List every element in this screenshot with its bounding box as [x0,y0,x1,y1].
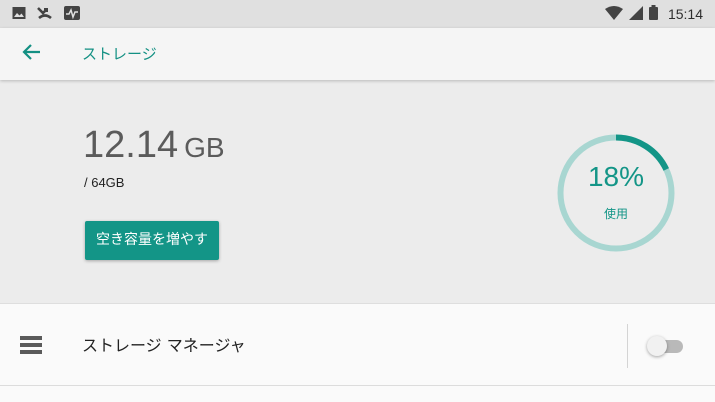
missed-call-icon [37,5,53,24]
storage-summary: 12.14 GB / 64GB 空き容量を増やす 18% 使用 [0,80,715,303]
storage-manager-label: ストレージ マネージャ [82,336,246,355]
clock: 15:14 [667,6,703,22]
storage-manager-row[interactable]: ストレージ マネージャ [0,303,715,386]
back-button[interactable] [18,40,46,68]
usage-percent: 18% [587,161,645,192]
used-value: 12.14 [83,124,179,166]
system-icons: 15:14 [604,0,703,28]
toggle-thumb [647,336,667,356]
used-storage: 12.14 GB [83,124,225,167]
page-title: ストレージ [82,45,157,63]
list-icon [20,336,42,358]
next-row-partial [0,386,715,402]
notification-icons [12,0,80,28]
storage-manager-toggle[interactable] [647,335,687,357]
wifi-icon [604,5,623,24]
total-storage: / 64GB [84,175,125,190]
used-unit: GB [184,132,225,163]
free-up-space-button[interactable]: 空き容量を増やす [85,221,219,260]
row-divider [627,324,628,368]
activity-icon [64,5,80,24]
usage-label: 使用 [603,207,628,221]
usage-donut: 18% 使用 [555,132,677,254]
arrow-left-icon [22,42,42,66]
cell-signal-icon [628,5,643,24]
usage-ring-icon [557,134,675,252]
image-icon [12,5,26,24]
app-bar: ストレージ [0,28,715,80]
battery-icon [648,4,658,24]
status-bar: 15:14 [0,0,715,28]
